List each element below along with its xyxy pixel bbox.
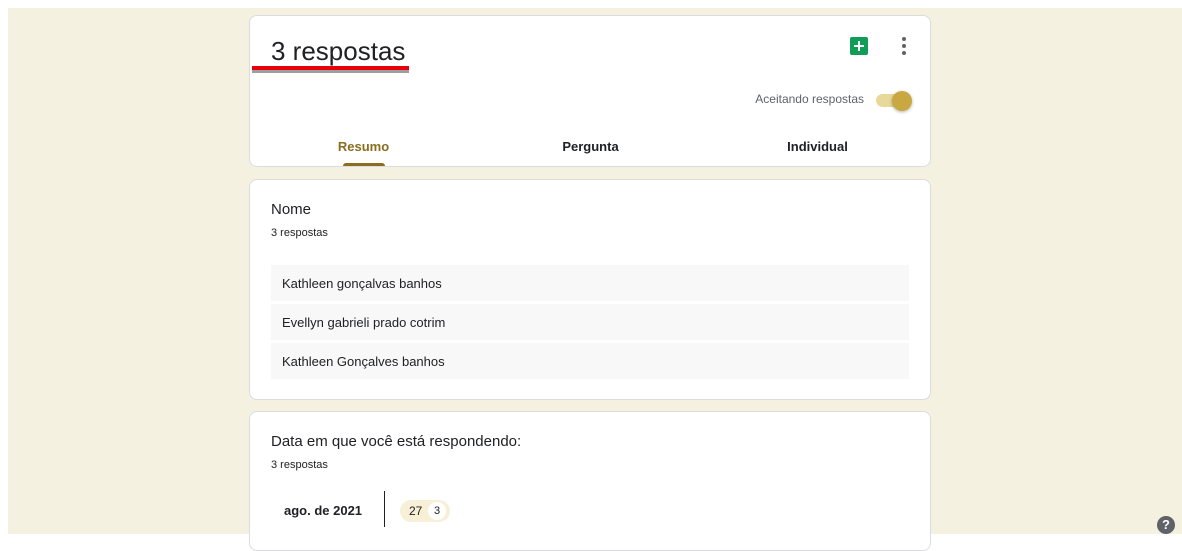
question-title: Nome [271, 201, 312, 218]
date-month-label: ago. de 2021 [284, 503, 363, 518]
question-response-count: 3 respostas [271, 227, 328, 239]
question-response-count: 3 respostas [271, 459, 328, 471]
more-dot [902, 37, 906, 41]
accepting-responses-label: Aceitando respostas [755, 92, 864, 106]
tab-resumo[interactable]: Resumo [250, 127, 477, 167]
google-sheets-icon[interactable] [850, 37, 868, 55]
tab-individual[interactable]: Individual [704, 127, 931, 167]
active-tab-indicator [343, 163, 385, 166]
responses-header-card: 3 respostas Aceitando respostas Resumo P… [249, 15, 931, 167]
help-icon[interactable]: ? [1157, 516, 1175, 534]
answer-item: Evellyn gabrieli prado cotrim [271, 304, 909, 340]
date-divider [384, 491, 385, 527]
toggle-knob [892, 91, 912, 111]
day-number: 27 [409, 504, 423, 518]
responses-title: 3 respostas [271, 36, 406, 66]
tab-pergunta[interactable]: Pergunta [477, 127, 704, 167]
day-chip: 27 3 [400, 500, 450, 522]
more-dot [902, 44, 906, 48]
more-dot [902, 51, 906, 55]
question-title: Data em que você está respondendo: [271, 433, 522, 450]
title-underline-gray [252, 70, 409, 73]
answer-item: Kathleen gonçalvas banhos [271, 265, 909, 301]
day-response-count: 3 [428, 502, 446, 520]
more-vert-icon[interactable] [894, 35, 914, 57]
answer-item: Kathleen Gonçalves banhos [271, 343, 909, 379]
question-card-data: Data em que você está respondendo: 3 res… [249, 411, 931, 551]
question-card-nome: Nome 3 respostas Kathleen gonçalvas banh… [249, 179, 931, 400]
accepting-responses-toggle[interactable] [876, 91, 912, 111]
